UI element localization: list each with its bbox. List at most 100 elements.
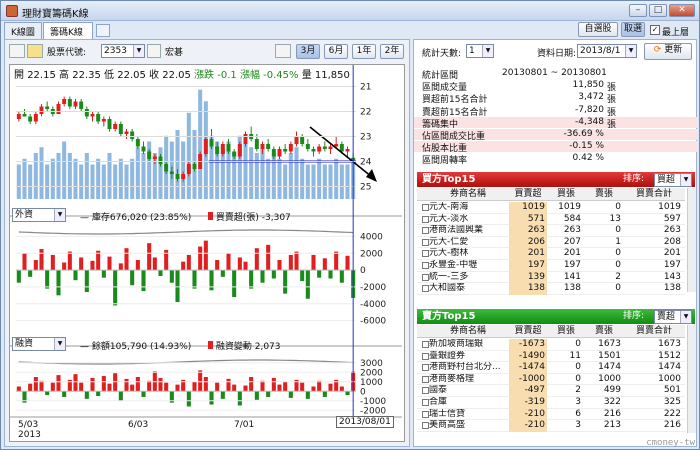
- column-header[interactable]: 買賣超: [509, 325, 547, 337]
- table-cell: 322: [603, 397, 621, 407]
- table-row[interactable]: 元大-樹林 201 201 0 201: [417, 248, 685, 260]
- stat-value: 20130801 ~ 20130801: [502, 68, 607, 78]
- table-row[interactable]: 元大-南海 1019 1019 0 1019: [417, 202, 685, 214]
- candle-body: [28, 116, 33, 122]
- row-checkbox[interactable]: [422, 364, 429, 372]
- row-checkbox[interactable]: [422, 285, 429, 293]
- indicator2-select[interactable]: 融資 ▼: [12, 337, 66, 351]
- row-checkbox[interactable]: [422, 352, 429, 360]
- table-row[interactable]: 港商法國興業 263 263 0 263: [417, 225, 685, 237]
- column-header[interactable]: 買張: [549, 188, 583, 200]
- row-checkbox[interactable]: [422, 422, 429, 430]
- save-icon[interactable]: [9, 44, 25, 58]
- column-header[interactable]: 券商名稱: [429, 188, 507, 200]
- table-row[interactable]: 元大-仁愛 206 207 1 208: [417, 236, 685, 249]
- indicator1-select[interactable]: 外資 ▼: [12, 208, 66, 222]
- sell-sort-select[interactable]: 賣超 ▼: [654, 310, 692, 324]
- always-on-top-label: 最上層: [662, 28, 690, 38]
- update-button[interactable]: ⟳ 更新: [644, 43, 692, 60]
- chip-chart[interactable]: 25 24 23 22 21 4000 2000 0 -2000 -4000 -6000 3000 20…: [9, 64, 405, 442]
- foreign-bar: [135, 259, 140, 271]
- sell-sort-label: 排序:: [623, 311, 645, 321]
- column-header[interactable]: 買張: [549, 325, 583, 337]
- row-checkbox[interactable]: [422, 273, 429, 281]
- tab-chip-kline[interactable]: 籌碼K線: [43, 22, 93, 39]
- table-row[interactable]: 永豐金-中壢 197 197 0 197: [417, 260, 685, 272]
- row-checkbox[interactable]: [422, 204, 429, 211]
- column-header[interactable]: 賣張: [585, 188, 623, 200]
- sell-table-scrollbar[interactable]: [687, 325, 696, 433]
- close-button[interactable]: ✕: [669, 4, 695, 17]
- table-cell: 元大-南海: [429, 202, 469, 212]
- margin-bar: [220, 391, 225, 399]
- table-row[interactable]: 大和國泰 138 138 0 138: [417, 283, 685, 295]
- column-header[interactable]: 買賣合計: [625, 188, 683, 200]
- period-3m-button[interactable]: 3月: [296, 44, 320, 59]
- foreign-bar: [158, 270, 163, 276]
- candle-body: [164, 164, 169, 172]
- row-checkbox[interactable]: [422, 215, 429, 223]
- row-checkbox[interactable]: [422, 341, 429, 348]
- row-checkbox[interactable]: [422, 262, 429, 269]
- table-row[interactable]: 元大-淡水 571 584 13 597: [417, 213, 685, 226]
- row-checkbox[interactable]: [422, 227, 429, 235]
- column-header[interactable]: 買賣合計: [625, 325, 683, 337]
- foreign-bar: [84, 270, 89, 292]
- table-row[interactable]: 國泰 -497 2 499 501: [417, 385, 685, 397]
- period-2y-button[interactable]: 2年: [380, 44, 404, 59]
- table-row[interactable]: 統一-三多 139 141 2 143: [417, 271, 685, 284]
- period-1y-button[interactable]: 1年: [352, 44, 376, 59]
- table-cell: 元大-淡水: [429, 213, 469, 224]
- days-select[interactable]: 1 ▼: [466, 44, 494, 58]
- add-tab-icon[interactable]: [96, 24, 110, 37]
- table-row[interactable]: 臺銀證券 -1490 11 1501 1512: [417, 350, 685, 363]
- table-row[interactable]: 新加坡商瑞銀 -1673 0 1673 1673: [417, 339, 685, 351]
- row-checkbox[interactable]: [422, 399, 429, 406]
- maximize-button[interactable]: □: [649, 4, 667, 17]
- table-cell: 325: [663, 397, 681, 407]
- stat-value: -36.69 %: [563, 129, 604, 139]
- candle-body: [22, 114, 27, 117]
- column-header[interactable]: 買賣超: [509, 188, 547, 200]
- table-row[interactable]: 瑞士信貸 -210 6 216 222: [417, 408, 685, 421]
- margin-bar: [73, 374, 78, 392]
- buy-sort-select[interactable]: 買超 ▼: [654, 173, 692, 187]
- row-checkbox[interactable]: [422, 250, 429, 258]
- table-cell: 1474: [658, 362, 681, 373]
- foreign-bar: [243, 261, 248, 271]
- table-header: 券商名稱 買賣超 買張 賣張 買賣合計: [417, 188, 685, 201]
- table-cell: 263: [509, 225, 547, 237]
- volume-bar: [283, 164, 288, 199]
- table-cell: 201: [563, 248, 581, 259]
- table-cell: 206: [509, 236, 547, 249]
- candlestick-icon[interactable]: [275, 44, 291, 58]
- column-header[interactable]: 賣張: [585, 325, 623, 337]
- table-cell: 139: [509, 271, 547, 284]
- search-stock-icon[interactable]: [147, 44, 161, 58]
- date-select[interactable]: 2013/8/1 ▼: [577, 44, 637, 58]
- stat-key: 佔區間成交比重: [422, 132, 486, 142]
- row-checkbox[interactable]: [422, 387, 429, 395]
- foreign-bar: [130, 270, 135, 286]
- minimize-button[interactable]: –: [629, 4, 647, 17]
- stat-unit: 張: [607, 83, 617, 94]
- folder-icon[interactable]: [27, 44, 43, 58]
- custom-stock-button[interactable]: 自選股: [578, 22, 618, 37]
- table-row[interactable]: 港商麥格理 -1000 0 1000 1000: [417, 373, 685, 386]
- always-on-top-checkbox[interactable]: ✓: [650, 25, 660, 35]
- tab-kline[interactable]: K線圖: [4, 22, 42, 39]
- row-checkbox[interactable]: [422, 410, 429, 418]
- buy-table-scrollbar[interactable]: [687, 188, 696, 292]
- table-row[interactable]: 合庫 -319 3 322 325: [417, 397, 685, 409]
- period-6m-button[interactable]: 6月: [324, 44, 348, 59]
- table-cell: -210: [509, 408, 547, 421]
- arrow-head-icon: [366, 169, 377, 182]
- volume-bar: [90, 164, 95, 199]
- column-header[interactable]: 券商名稱: [429, 325, 507, 337]
- table-row[interactable]: 港商野村台北分... -1474 0 1474 1474: [417, 362, 685, 374]
- table-row[interactable]: 美商高盛 -210 3 213 216: [417, 420, 685, 432]
- ranking-button[interactable]: 取選: [621, 22, 645, 37]
- stock-code-input[interactable]: 2353 ▼: [101, 44, 145, 58]
- row-checkbox[interactable]: [422, 238, 429, 246]
- row-checkbox[interactable]: [422, 375, 429, 383]
